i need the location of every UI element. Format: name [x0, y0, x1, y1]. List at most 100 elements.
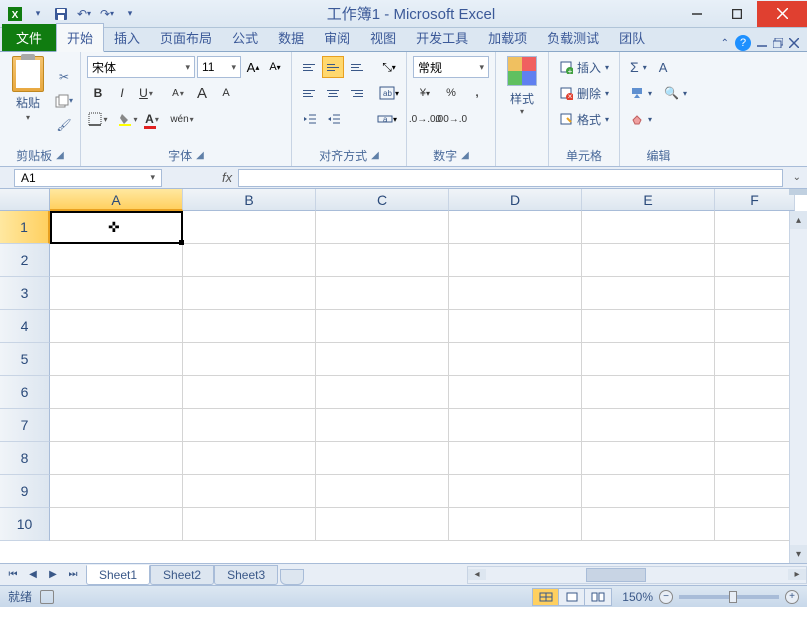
increase-decimal-icon[interactable]: .0→.00 — [413, 108, 437, 130]
accounting-format-icon[interactable]: ¥▾ — [413, 82, 437, 104]
tab-developer[interactable]: 开发工具 — [406, 24, 478, 51]
col-header-a[interactable]: A — [50, 189, 183, 211]
sheet-nav-first-icon[interactable]: ⏮ — [4, 566, 22, 584]
align-top-icon[interactable] — [298, 56, 320, 78]
view-page-break-icon[interactable] — [585, 589, 611, 605]
clipboard-dialog-launcher[interactable]: ◢ — [56, 150, 64, 161]
cell-styles-button[interactable]: 样式 ▾ — [502, 56, 542, 162]
insert-cells-button[interactable]: +插入▾ — [555, 56, 613, 78]
border-button[interactable]: ▾ — [87, 108, 109, 130]
qat-customize-icon[interactable]: ▾ — [120, 4, 140, 24]
tab-team[interactable]: 团队 — [609, 24, 655, 51]
excel-app-icon[interactable]: X — [5, 4, 25, 24]
row-header-9[interactable]: 9 — [0, 475, 50, 508]
decrease-decimal-icon[interactable]: .00→.0 — [439, 108, 463, 130]
italic-button[interactable]: I — [111, 82, 133, 104]
align-center-icon[interactable] — [322, 82, 344, 104]
name-box[interactable]: A1▾ — [14, 169, 162, 187]
doc-restore-icon[interactable] — [773, 38, 783, 48]
alignment-dialog-launcher[interactable]: ◢ — [371, 150, 379, 161]
view-page-layout-icon[interactable] — [559, 589, 585, 605]
tab-home[interactable]: 开始 — [56, 23, 104, 52]
merge-center-icon[interactable]: a▾ — [376, 108, 398, 130]
sheet-tab-1[interactable]: Sheet1 — [86, 565, 150, 585]
delete-cells-button[interactable]: ×删除▾ — [555, 82, 613, 104]
sheet-tab-2[interactable]: Sheet2 — [150, 565, 214, 585]
zoom-in-button[interactable]: + — [785, 590, 799, 604]
align-right-icon[interactable] — [346, 82, 368, 104]
font-small-a[interactable]: A — [215, 82, 237, 104]
font-size-combo[interactable]: 11▾ — [197, 56, 241, 78]
tab-view[interactable]: 视图 — [360, 24, 406, 51]
align-left-icon[interactable] — [298, 82, 320, 104]
new-sheet-button[interactable] — [280, 569, 304, 585]
clear-button[interactable]: ▾ — [626, 108, 691, 130]
row-header-5[interactable]: 5 — [0, 343, 50, 376]
ruby-button[interactable]: A▾ — [167, 82, 189, 104]
fx-icon[interactable]: fx — [222, 170, 232, 185]
align-bottom-icon[interactable] — [346, 56, 368, 78]
format-painter-icon[interactable]: 🖌 — [54, 115, 74, 135]
vertical-scrollbar[interactable]: ▴ ▾ — [789, 211, 807, 563]
row-header-6[interactable]: 6 — [0, 376, 50, 409]
scroll-up-icon[interactable]: ▴ — [790, 211, 807, 229]
undo-icon[interactable]: ↶▾ — [74, 4, 94, 24]
close-button[interactable] — [757, 1, 807, 27]
horizontal-scrollbar[interactable]: ◂ ▸ — [467, 566, 807, 584]
col-header-e[interactable]: E — [582, 189, 715, 211]
macro-record-icon[interactable] — [40, 590, 54, 604]
align-middle-icon[interactable] — [322, 56, 344, 78]
fill-button[interactable]: ▾🔍▾ — [626, 82, 691, 104]
wrap-text-icon[interactable]: ab▾ — [378, 82, 400, 104]
doc-minimize-icon[interactable] — [757, 38, 767, 48]
redo-icon[interactable]: ↷▾ — [97, 4, 117, 24]
zoom-slider[interactable] — [679, 595, 779, 599]
doc-close-icon[interactable] — [789, 38, 799, 48]
tab-load-test[interactable]: 负载测试 — [537, 24, 609, 51]
bold-button[interactable]: B — [87, 82, 109, 104]
row-header-1[interactable]: 1 — [0, 211, 50, 244]
tab-formulas[interactable]: 公式 — [222, 24, 268, 51]
fill-color-button[interactable]: ▾ — [117, 108, 139, 130]
font-large-a[interactable]: A — [191, 82, 213, 104]
font-color-button[interactable]: A▾ — [141, 108, 163, 130]
row-header-2[interactable]: 2 — [0, 244, 50, 277]
sheet-tab-3[interactable]: Sheet3 — [214, 565, 278, 585]
scroll-left-icon[interactable]: ◂ — [468, 569, 486, 580]
help-icon[interactable]: ? — [735, 35, 751, 51]
orientation-icon[interactable]: ⤡▾ — [378, 56, 400, 78]
hscroll-thumb[interactable] — [586, 568, 646, 582]
cut-icon[interactable]: ✂ — [54, 67, 74, 87]
tab-insert[interactable]: 插入 — [104, 24, 150, 51]
zoom-thumb[interactable] — [729, 591, 737, 603]
shrink-font-icon[interactable]: A▾ — [265, 56, 285, 78]
scroll-right-icon[interactable]: ▸ — [788, 569, 806, 580]
phonetic-button[interactable]: wén▾ — [171, 108, 193, 130]
font-name-combo[interactable]: 宋体▾ — [87, 56, 195, 78]
font-dialog-launcher[interactable]: ◢ — [196, 150, 204, 161]
sheet-nav-prev-icon[interactable]: ◀ — [24, 566, 42, 584]
row-header-7[interactable]: 7 — [0, 409, 50, 442]
percent-format-icon[interactable]: % — [439, 82, 463, 104]
cells-area[interactable]: ✜ — [50, 211, 807, 563]
row-header-8[interactable]: 8 — [0, 442, 50, 475]
number-dialog-launcher[interactable]: ◢ — [461, 150, 469, 161]
qat-dropdown-icon[interactable]: ▾ — [28, 4, 48, 24]
format-cells-button[interactable]: 格式▾ — [555, 108, 613, 130]
formula-input[interactable] — [238, 169, 782, 187]
row-header-4[interactable]: 4 — [0, 310, 50, 343]
comma-format-icon[interactable]: , — [465, 82, 489, 104]
minimize-button[interactable] — [677, 1, 717, 27]
grow-font-icon[interactable]: A▴ — [243, 56, 263, 78]
view-normal-icon[interactable] — [533, 589, 559, 605]
row-header-3[interactable]: 3 — [0, 277, 50, 310]
scroll-down-icon[interactable]: ▾ — [790, 545, 807, 563]
autosum-button[interactable]: Σ▾A — [626, 56, 691, 78]
copy-icon[interactable]: ▾ — [54, 91, 74, 111]
col-header-c[interactable]: C — [316, 189, 449, 211]
col-header-b[interactable]: B — [183, 189, 316, 211]
sheet-nav-last-icon[interactable]: ⏭ — [64, 566, 82, 584]
col-header-d[interactable]: D — [449, 189, 582, 211]
file-tab[interactable]: 文件 — [2, 24, 56, 51]
number-format-combo[interactable]: 常规▾ — [413, 56, 489, 78]
